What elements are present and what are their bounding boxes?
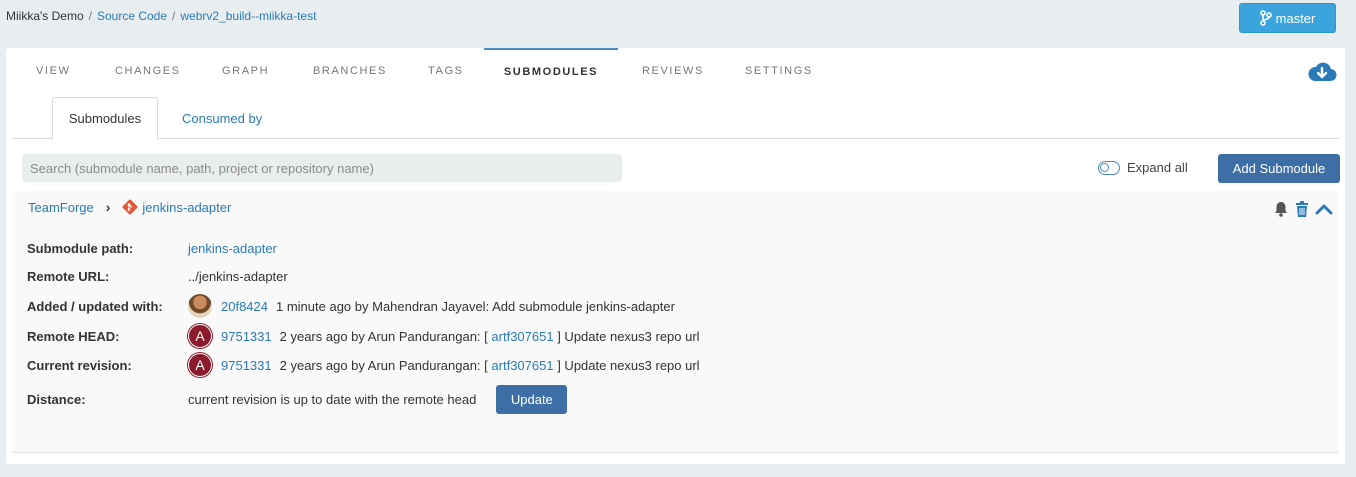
remote-url-value: ../jenkins-adapter — [188, 268, 288, 284]
row-label: Remote HEAD: — [27, 328, 120, 344]
subtab-consumed-by[interactable]: Consumed by — [167, 97, 277, 139]
row-label: Added / updated with: — [27, 298, 163, 314]
branch-selector-button[interactable]: master — [1239, 3, 1336, 33]
breadcrumb: Miikka's Demo / Source Code / webrv2_build--… — [6, 9, 316, 23]
bell-icon[interactable] — [1273, 200, 1289, 218]
chevron-up-icon[interactable] — [1315, 203, 1333, 215]
tab-settings[interactable]: SETTINGS — [745, 48, 813, 94]
avatar: A — [188, 353, 212, 377]
distance-value: current revision is up to date with the … — [188, 391, 477, 407]
tab-graph[interactable]: GRAPH — [222, 48, 269, 94]
search-input[interactable] — [22, 154, 622, 182]
commit-message-prefix: 2 years ago by Arun Pandurangan: [ — [279, 357, 488, 373]
main-panel: VIEW CHANGES GRAPH BRANCHES TAGS SUBMODU… — [6, 48, 1345, 464]
repo-tabs: VIEW CHANGES GRAPH BRANCHES TAGS SUBMODU… — [6, 48, 1345, 94]
artifact-link[interactable]: artf307651 — [491, 329, 553, 344]
project-link[interactable]: TeamForge — [28, 200, 94, 215]
add-submodule-button[interactable]: Add Submodule — [1218, 154, 1340, 183]
row-remote-url: Remote URL: ../jenkins-adapter — [27, 264, 1327, 288]
submodule-path-link[interactable]: jenkins-adapter — [188, 241, 277, 256]
row-label: Distance: — [27, 391, 86, 407]
chevron-right-icon: › — [105, 199, 111, 215]
subtabs: Submodules Consumed by — [12, 97, 1339, 140]
expand-all-toggle[interactable]: Expand all — [1098, 160, 1188, 175]
cloud-download-icon[interactable] — [1307, 60, 1337, 87]
update-button[interactable]: Update — [496, 384, 568, 414]
row-label: Current revision: — [27, 357, 132, 373]
tab-view[interactable]: VIEW — [36, 48, 71, 94]
commit-link[interactable]: 9751331 — [221, 358, 272, 373]
row-label: Remote URL: — [27, 268, 110, 284]
breadcrumb-project[interactable]: Miikka's Demo — [6, 9, 84, 23]
row-distance: Distance: current revision is up to date… — [27, 384, 1327, 414]
row-label: Submodule path: — [27, 240, 134, 256]
branch-icon — [1259, 10, 1276, 26]
repo-link[interactable]: jenkins-adapter — [142, 200, 231, 215]
commit-link[interactable]: 20f8424 — [221, 299, 268, 314]
subtab-submodules[interactable]: Submodules — [52, 97, 158, 140]
commit-message-suffix: ] Update nexus3 repo url — [557, 357, 700, 373]
breadcrumb-separator: / — [88, 9, 92, 23]
expand-all-label: Expand all — [1127, 160, 1188, 175]
trash-icon[interactable] — [1295, 200, 1309, 218]
breadcrumb-source-code[interactable]: Source Code — [97, 9, 167, 23]
submodule-card: TeamForge › jenkins-adapter Submodule pa… — [12, 191, 1339, 453]
row-remote-head: Remote HEAD: A 9751331 2 years ago by Ar… — [27, 324, 1327, 348]
top-bar: Miikka's Demo / Source Code / webrv2_build--… — [0, 0, 1356, 46]
commit-message: 1 minute ago by Mahendran Jayavel: Add s… — [276, 298, 675, 314]
submodule-header: TeamForge › jenkins-adapter — [28, 199, 231, 215]
row-current-revision: Current revision: A 9751331 2 years ago … — [27, 353, 1327, 377]
commit-message-prefix: 2 years ago by Arun Pandurangan: [ — [279, 328, 488, 344]
tab-branches[interactable]: BRANCHES — [313, 48, 387, 94]
breadcrumb-separator: / — [172, 9, 176, 23]
commit-link[interactable]: 9751331 — [221, 329, 272, 344]
commit-message-suffix: ] Update nexus3 repo url — [557, 328, 700, 344]
tab-tags[interactable]: TAGS — [428, 48, 464, 94]
avatar: A — [188, 324, 212, 348]
artifact-link[interactable]: artf307651 — [491, 358, 553, 373]
toggle-icon — [1098, 160, 1120, 175]
tab-reviews[interactable]: REVIEWS — [642, 48, 704, 94]
row-submodule-path: Submodule path: jenkins-adapter — [27, 236, 1327, 260]
avatar — [188, 294, 212, 318]
tab-changes[interactable]: CHANGES — [115, 48, 181, 94]
git-repo-icon — [122, 199, 138, 215]
tab-submodules[interactable]: SUBMODULES — [484, 48, 618, 94]
row-added-updated: Added / updated with: 20f8424 1 minute a… — [27, 294, 1327, 318]
card-actions — [1273, 200, 1333, 218]
branch-label: master — [1275, 10, 1316, 26]
breadcrumb-repo[interactable]: webrv2_build--miikka-test — [180, 9, 316, 23]
